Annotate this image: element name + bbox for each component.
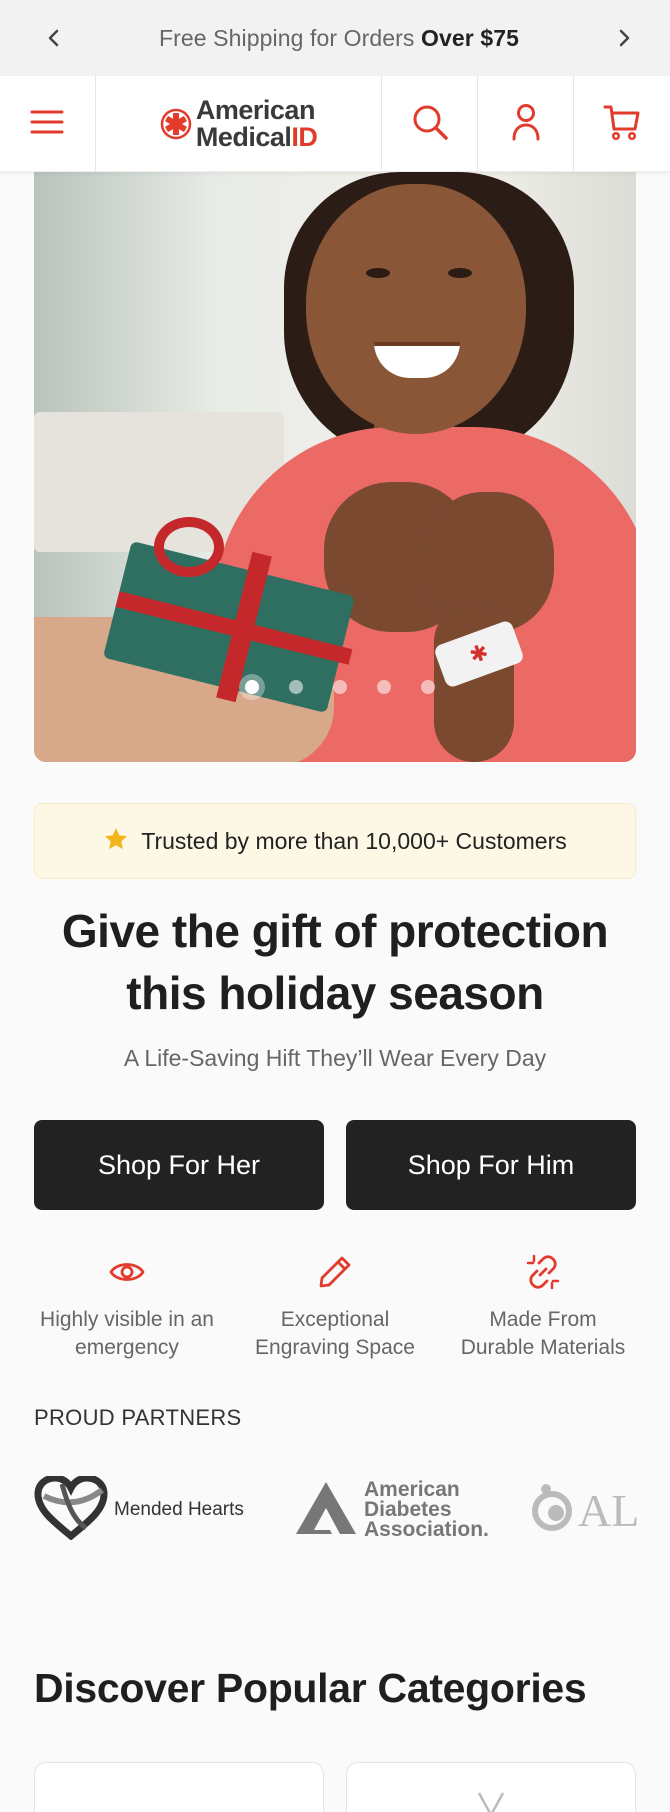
shop-for-her-button[interactable]: Shop For Her — [34, 1120, 324, 1210]
hero-carousel[interactable]: ✱ — [34, 172, 636, 762]
carousel-dot-3[interactable] — [333, 680, 347, 694]
carousel-dots — [34, 672, 636, 702]
carousel-dot-2[interactable] — [289, 680, 303, 694]
feature-durable-line1: Made From — [489, 1308, 597, 1331]
hero-eye-right — [448, 268, 472, 278]
trust-text: Trusted by more than 10,000+ Customers — [141, 827, 567, 854]
logo-id: ID — [291, 122, 318, 152]
trust-badge: Trusted by more than 10,000+ Customers — [34, 803, 636, 879]
ada-triangle-icon — [294, 1480, 358, 1541]
partners-title: PROUD PARTNERS — [34, 1405, 242, 1430]
partner-ada-line1: American — [364, 1478, 460, 1501]
logo-link[interactable]: American MedicalID — [96, 76, 383, 172]
partner-alzheimers[interactable]: AL — [532, 1470, 639, 1550]
alzheimers-logo-icon — [532, 1483, 572, 1538]
shop-for-him-button[interactable]: Shop For Him — [346, 1120, 636, 1210]
menu-button[interactable] — [0, 76, 96, 172]
feature-durable: Made From Durable Materials — [438, 1250, 648, 1362]
search-button[interactable] — [382, 76, 479, 172]
headline-line1: Give the gift of protection — [61, 905, 609, 957]
logo: American MedicalID — [160, 97, 318, 151]
discover-title: Discover Popular Categories — [34, 1665, 587, 1711]
feature-durable-line2: Durable Materials — [460, 1336, 626, 1359]
category-card-1[interactable] — [34, 1762, 324, 1812]
carousel-dot-1[interactable] — [245, 680, 259, 694]
partner-ada[interactable]: American Diabetes Association. — [294, 1470, 489, 1550]
partner-alzheimers-name: AL — [578, 1484, 640, 1536]
eye-icon — [22, 1250, 232, 1294]
carousel-dot-5[interactable] — [421, 680, 435, 694]
headline-line2: this holiday season — [126, 967, 544, 1019]
chevron-right-icon[interactable] — [612, 26, 636, 50]
announcement-bar: Free Shipping for Orders Over $75 — [0, 0, 670, 76]
feature-engraving-line1: Exceptional — [280, 1308, 390, 1331]
feature-visibility-line1: Highly visible in an — [40, 1308, 214, 1331]
hero-face — [306, 184, 526, 434]
chevron-left-icon[interactable] — [42, 26, 66, 50]
logo-line2: Medical — [195, 122, 292, 152]
cart-icon — [603, 103, 641, 146]
feature-visibility-line2: emergency — [75, 1336, 179, 1359]
medical-star-icon — [160, 108, 192, 140]
menu-icon — [30, 109, 64, 140]
account-icon — [511, 103, 541, 146]
announcement-text: Free Shipping for Orders Over $75 — [159, 25, 519, 52]
partner-ada-line2: Diabetes — [364, 1498, 452, 1521]
cart-button[interactable] — [574, 76, 670, 172]
gift-bow — [154, 517, 224, 577]
announcement-bold: Over $75 — [421, 24, 519, 51]
feature-engraving-line2: Engraving Space — [255, 1336, 415, 1359]
star-icon — [103, 826, 129, 856]
hero-eye-left — [366, 268, 390, 278]
search-icon — [411, 103, 449, 146]
feature-visibility: Highly visible in an emergency — [22, 1250, 232, 1362]
page-headline: Give the gift of protection this holiday… — [0, 900, 670, 1024]
partner-mended-hearts-name: Mended Hearts — [114, 1499, 244, 1520]
pencil-icon — [230, 1250, 440, 1294]
announcement-prefix: Free Shipping for Orders — [158, 24, 421, 51]
site-header: American MedicalID — [0, 76, 670, 172]
link-icon — [438, 1250, 648, 1294]
logo-line1: American — [195, 95, 316, 125]
heart-logo-icon — [34, 1473, 108, 1545]
account-button[interactable] — [478, 76, 575, 172]
partner-ada-line3: Association. — [364, 1518, 489, 1541]
partners-carousel[interactable]: Mended Hearts American Diabetes Associat… — [34, 1470, 670, 1550]
page-subheadline: A Life-Saving Hift They’ll Wear Every Da… — [123, 1045, 547, 1071]
partner-ada-name: American Diabetes Association. — [364, 1478, 489, 1541]
carousel-dot-4[interactable] — [377, 680, 391, 694]
category-image — [347, 1791, 635, 1812]
partner-mended-hearts[interactable]: Mended Hearts — [34, 1470, 244, 1550]
category-card-2[interactable] — [346, 1762, 636, 1812]
feature-engraving: Exceptional Engraving Space — [230, 1250, 440, 1362]
